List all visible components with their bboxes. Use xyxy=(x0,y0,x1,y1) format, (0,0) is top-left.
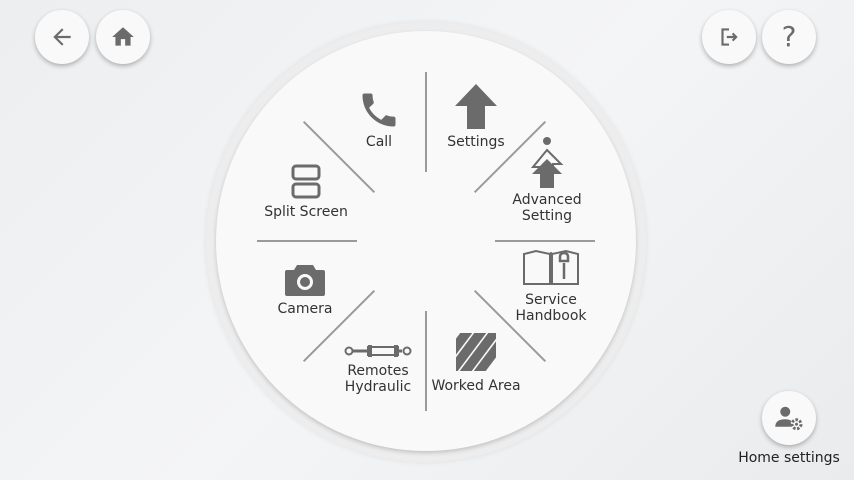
menu-label-camera: Camera xyxy=(277,301,333,317)
wheel-divider xyxy=(495,240,595,242)
user-gear-icon xyxy=(775,406,803,431)
menu-label-split-screen: Split Screen xyxy=(264,204,348,220)
advanced-arrow-icon xyxy=(530,137,564,188)
menu-label-advanced-setting: Advanced Setting xyxy=(512,192,582,224)
menu-label-settings: Settings xyxy=(447,134,505,150)
menu-item-settings[interactable]: Settings xyxy=(440,84,512,150)
logout-icon xyxy=(721,28,738,46)
wheel-divider xyxy=(257,240,357,242)
camera-icon xyxy=(285,265,325,296)
back-button[interactable] xyxy=(35,10,89,64)
menu-item-split-screen[interactable]: Split Screen xyxy=(259,164,353,220)
menu-label-worked-area: Worked Area xyxy=(431,378,521,394)
home-settings-label: Home settings xyxy=(738,450,840,466)
help-button[interactable]: ? xyxy=(762,10,816,64)
home-icon xyxy=(112,27,134,46)
wheel-divider xyxy=(425,72,427,172)
question-mark-icon: ? xyxy=(781,20,797,53)
logout-button[interactable] xyxy=(702,10,756,64)
home-settings-button[interactable] xyxy=(762,391,816,445)
menu-item-advanced-setting[interactable]: Advanced Setting xyxy=(507,136,587,224)
menu-item-call[interactable]: Call xyxy=(349,88,409,150)
menu-item-camera[interactable]: Camera xyxy=(271,263,339,317)
hydraulic-cylinder-icon xyxy=(344,345,412,357)
menu-label-remotes-hydraulic: Remotes Hydraulic xyxy=(344,363,412,395)
arrow-up-icon xyxy=(455,84,497,129)
handbook-wrench-icon xyxy=(523,249,579,285)
home-button[interactable] xyxy=(96,10,150,64)
arrow-left-icon xyxy=(53,28,71,46)
phone-icon xyxy=(362,93,396,127)
split-screen-icon xyxy=(291,164,321,199)
worked-area-icon xyxy=(456,333,496,371)
menu-item-worked-area[interactable]: Worked Area xyxy=(429,332,523,394)
menu-label-call: Call xyxy=(365,134,393,150)
menu-item-remotes-hydraulic[interactable]: Remotes Hydraulic xyxy=(337,342,419,395)
menu-label-service-handbook: Service Handbook xyxy=(515,292,587,324)
wheel-divider xyxy=(425,311,427,411)
menu-item-service-handbook[interactable]: Service Handbook xyxy=(509,249,593,324)
